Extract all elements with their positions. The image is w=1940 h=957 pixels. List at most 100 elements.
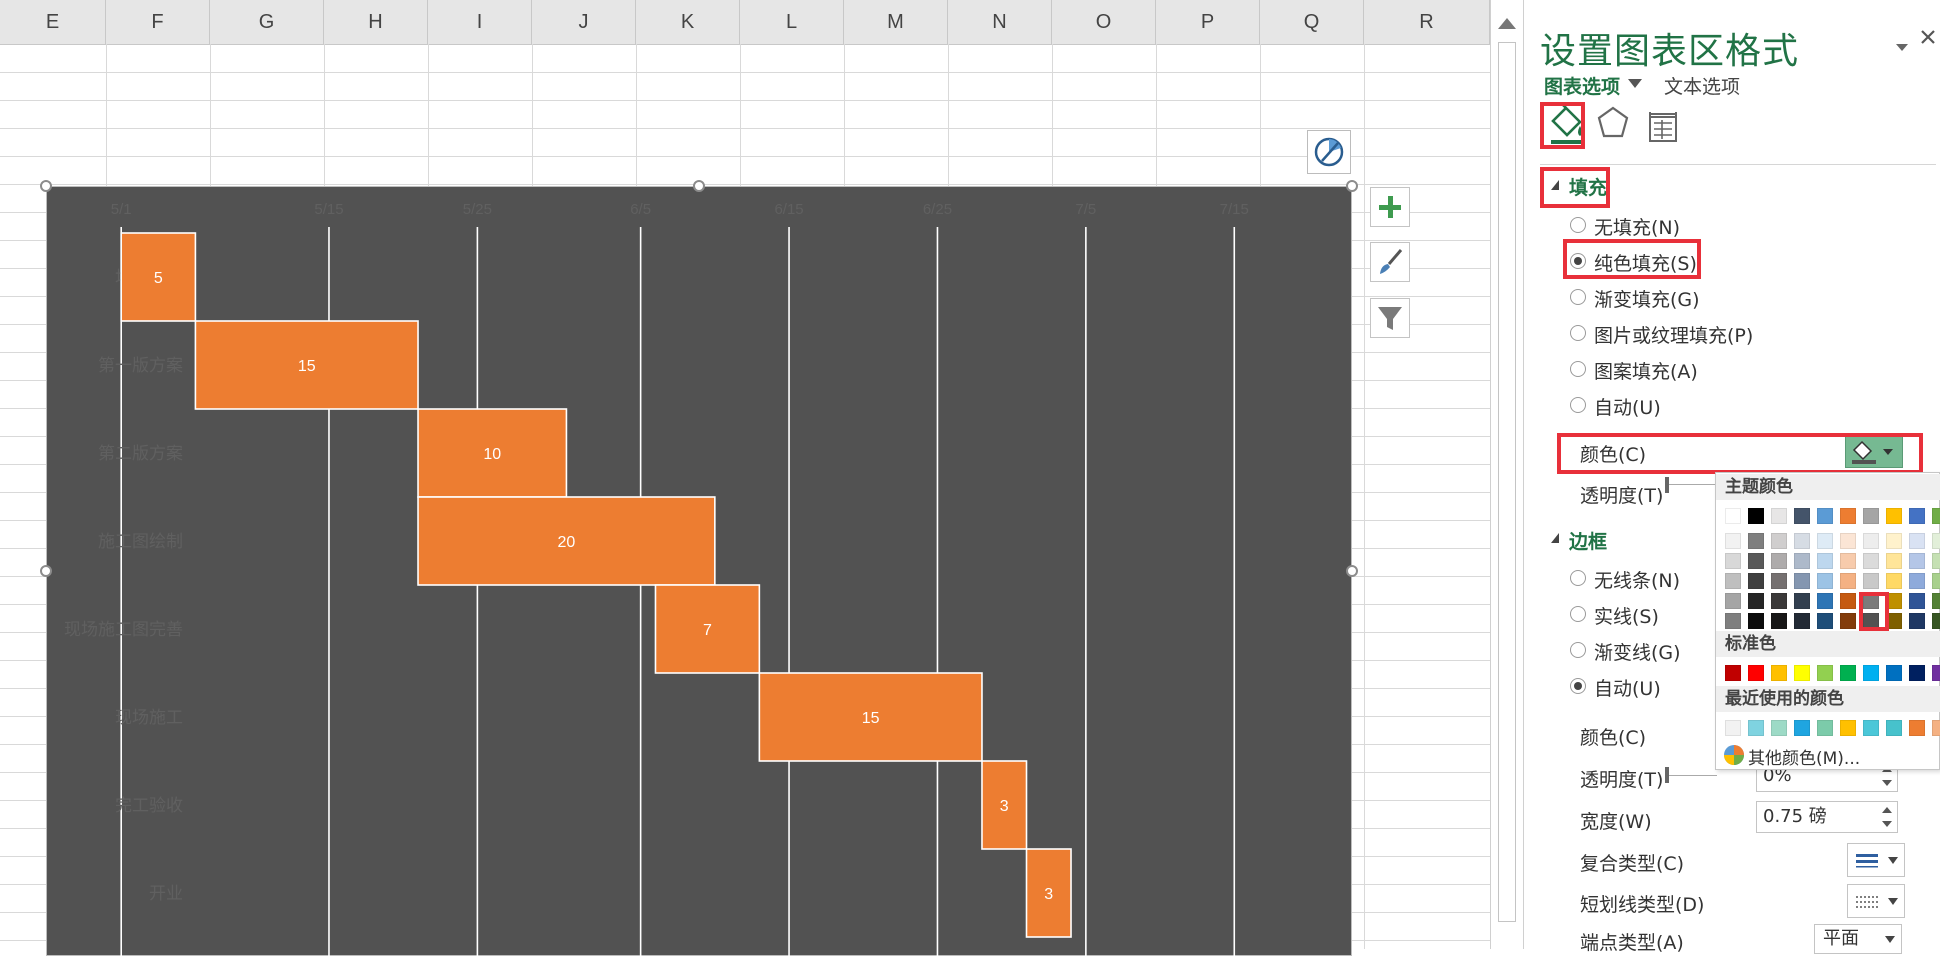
theme-shade-swatch[interactable] (1863, 593, 1879, 609)
recent-color-swatch[interactable] (1932, 720, 1940, 736)
theme-shade-swatch[interactable] (1932, 613, 1940, 629)
standard-color-swatch[interactable] (1863, 665, 1879, 681)
theme-shade-swatch[interactable] (1886, 593, 1902, 609)
fill-color-button[interactable] (1845, 436, 1903, 468)
theme-shade-swatch[interactable] (1840, 573, 1856, 589)
theme-color-swatch[interactable] (1932, 508, 1940, 524)
transparency-slider-track[interactable] (1665, 484, 1717, 485)
radio-button[interactable] (1570, 217, 1586, 233)
column-header[interactable]: G (210, 0, 324, 44)
theme-shade-swatch[interactable] (1817, 533, 1833, 549)
column-header[interactable]: F (106, 0, 210, 44)
theme-shade-swatch[interactable] (1909, 533, 1925, 549)
compound-type-dropdown[interactable] (1847, 843, 1905, 877)
theme-shade-swatch[interactable] (1817, 593, 1833, 609)
radio-button[interactable] (1570, 570, 1586, 586)
column-header[interactable]: M (844, 0, 948, 44)
standard-color-swatch[interactable] (1748, 665, 1764, 681)
theme-shade-swatch[interactable] (1794, 533, 1810, 549)
resize-handle[interactable] (1346, 565, 1358, 577)
pane-options-icon[interactable] (1894, 34, 1910, 59)
theme-color-swatch[interactable] (1771, 508, 1787, 524)
theme-shade-swatch[interactable] (1748, 573, 1764, 589)
theme-shade-swatch[interactable] (1840, 553, 1856, 569)
theme-shade-swatch[interactable] (1771, 553, 1787, 569)
column-header[interactable]: H (324, 0, 428, 44)
theme-shade-swatch[interactable] (1794, 593, 1810, 609)
theme-color-swatch[interactable] (1909, 508, 1925, 524)
theme-shade-swatch[interactable] (1932, 593, 1940, 609)
transparency-slider-knob[interactable] (1665, 767, 1669, 783)
theme-color-swatch[interactable] (1817, 508, 1833, 524)
recent-color-swatch[interactable] (1840, 720, 1856, 736)
theme-shade-swatch[interactable] (1748, 533, 1764, 549)
theme-shade-swatch[interactable] (1863, 533, 1879, 549)
theme-shade-swatch[interactable] (1909, 613, 1925, 629)
theme-shade-swatch[interactable] (1840, 613, 1856, 629)
recent-color-swatch[interactable] (1748, 720, 1764, 736)
theme-shade-swatch[interactable] (1863, 553, 1879, 569)
theme-shade-swatch[interactable] (1771, 613, 1787, 629)
theme-shade-swatch[interactable] (1909, 593, 1925, 609)
theme-shade-swatch[interactable] (1771, 593, 1787, 609)
spin-down-icon[interactable] (1882, 780, 1892, 786)
column-header[interactable]: L (740, 0, 844, 44)
theme-color-swatch[interactable] (1886, 508, 1902, 524)
theme-color-swatch[interactable] (1794, 508, 1810, 524)
fill-line-tab[interactable] (1545, 102, 1587, 146)
scroll-up-icon[interactable] (1498, 18, 1516, 29)
theme-shade-swatch[interactable] (1771, 573, 1787, 589)
transparency-slider-knob[interactable] (1665, 477, 1669, 493)
theme-shade-swatch[interactable] (1840, 533, 1856, 549)
recent-color-swatch[interactable] (1886, 720, 1902, 736)
theme-shade-swatch[interactable] (1817, 573, 1833, 589)
resize-handle[interactable] (40, 565, 52, 577)
column-header[interactable]: J (532, 0, 636, 44)
standard-color-swatch[interactable] (1909, 665, 1925, 681)
theme-color-swatch[interactable] (1840, 508, 1856, 524)
dash-type-dropdown[interactable] (1847, 884, 1905, 918)
chart-elements-button[interactable] (1370, 187, 1410, 227)
theme-color-swatch[interactable] (1725, 508, 1741, 524)
theme-shade-swatch[interactable] (1817, 553, 1833, 569)
column-header[interactable]: E (0, 0, 106, 44)
resize-handle[interactable] (1346, 180, 1358, 192)
column-header[interactable]: N (948, 0, 1052, 44)
spin-down-icon[interactable] (1882, 821, 1892, 827)
theme-shade-swatch[interactable] (1794, 613, 1810, 629)
gantt-chart-area[interactable]: 5/15/155/256/56/156/257/57/15场地勘测5第一版方案1… (46, 186, 1353, 957)
recent-color-swatch[interactable] (1817, 720, 1833, 736)
scroll-thumb[interactable] (1498, 42, 1516, 922)
theme-shade-swatch[interactable] (1794, 553, 1810, 569)
theme-color-swatch[interactable] (1863, 508, 1879, 524)
theme-shade-swatch[interactable] (1886, 613, 1902, 629)
cap-type-dropdown[interactable]: 平面 (1814, 924, 1902, 954)
theme-shade-swatch[interactable] (1863, 613, 1879, 629)
resize-handle[interactable] (40, 180, 52, 192)
standard-color-swatch[interactable] (1817, 665, 1833, 681)
column-header[interactable]: K (636, 0, 740, 44)
radio-button[interactable] (1570, 325, 1586, 341)
standard-color-swatch[interactable] (1840, 665, 1856, 681)
gantt-chart-plot[interactable]: 5/15/155/256/56/156/257/57/15场地勘测5第一版方案1… (47, 187, 1353, 957)
theme-shade-swatch[interactable] (1863, 573, 1879, 589)
close-icon[interactable] (1917, 26, 1939, 54)
theme-color-swatch[interactable] (1748, 508, 1764, 524)
theme-shade-swatch[interactable] (1886, 573, 1902, 589)
recent-color-swatch[interactable] (1771, 720, 1787, 736)
transparency-slider-track[interactable] (1665, 775, 1717, 776)
chevron-down-icon[interactable] (1628, 79, 1642, 88)
theme-shade-swatch[interactable] (1725, 573, 1741, 589)
tab-text-options[interactable]: 文本选项 (1664, 72, 1740, 99)
radio-button-selected[interactable] (1570, 253, 1586, 269)
theme-shade-swatch[interactable] (1725, 593, 1741, 609)
theme-shade-swatch[interactable] (1725, 553, 1741, 569)
theme-shade-swatch[interactable] (1932, 553, 1940, 569)
standard-color-swatch[interactable] (1794, 665, 1810, 681)
column-header[interactable]: P (1156, 0, 1260, 44)
radio-button-selected[interactable] (1570, 678, 1586, 694)
theme-shade-swatch[interactable] (1932, 573, 1940, 589)
theme-shade-swatch[interactable] (1794, 573, 1810, 589)
radio-button[interactable] (1570, 289, 1586, 305)
theme-shade-swatch[interactable] (1725, 533, 1741, 549)
